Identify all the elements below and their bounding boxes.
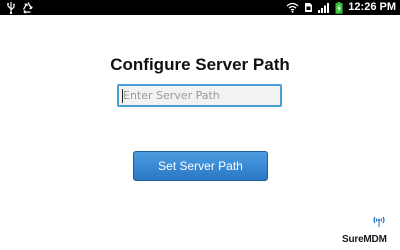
recycle-icon	[22, 1, 34, 14]
suremdm-logo: SureMDM	[342, 215, 394, 245]
server-path-input[interactable]	[117, 84, 282, 107]
status-bar: 12:26 PM	[0, 0, 400, 15]
text-cursor	[122, 89, 123, 103]
usb-icon	[6, 1, 16, 14]
signal-icon	[318, 2, 330, 13]
set-server-path-button[interactable]: Set Server Path	[133, 151, 268, 181]
battery-charging-icon	[335, 1, 343, 14]
sim-icon	[304, 2, 313, 13]
logo-text: SureMDM	[342, 234, 387, 245]
wifi-icon	[286, 2, 299, 13]
page-title: Configure Server Path	[110, 55, 290, 74]
notification-icons	[6, 1, 34, 14]
system-icons: 12:26 PM	[286, 0, 396, 15]
broadcast-icon	[373, 216, 385, 227]
status-time: 12:26 PM	[348, 1, 396, 13]
